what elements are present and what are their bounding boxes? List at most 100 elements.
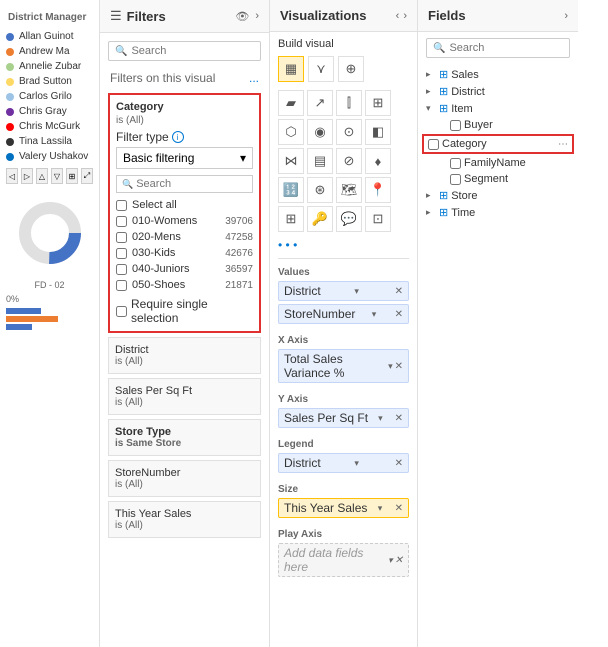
viz-icon-magnify[interactable]: ⊕ <box>338 56 364 82</box>
viz-grid-icon-13[interactable]: 🔢 <box>278 177 304 203</box>
dm-list-item[interactable]: Andrew Ma <box>0 44 99 59</box>
field-child-checkbox[interactable] <box>450 120 461 131</box>
viz-grid-icon-12[interactable]: ♦ <box>365 148 391 174</box>
tree-item[interactable]: ▸⊞District <box>418 83 578 100</box>
viz-grid-icon-3[interactable]: ⫿ <box>336 90 362 116</box>
filter-info-icon[interactable]: i <box>172 131 184 143</box>
category-field-row[interactable]: Category⋯ <box>424 136 572 152</box>
viz-grid-icon-11[interactable]: ⊘ <box>336 148 362 174</box>
pill-remove-icon[interactable]: ✕ <box>395 413 403 424</box>
filters-search-input[interactable] <box>131 45 254 57</box>
filter-item-checkbox[interactable] <box>116 248 127 259</box>
viz-chevron-left[interactable]: ‹ <box>396 10 400 22</box>
viz-grid-icon-5[interactable]: ⬡ <box>278 119 304 145</box>
chart-btn-1[interactable]: ◁ <box>6 168 18 184</box>
pill-remove-icon[interactable]: ✕ <box>395 361 403 372</box>
viz-field-section: Values District▾✕ StoreNumber▾✕ <box>270 263 417 331</box>
viz-grid-icon-4[interactable]: ⊞ <box>365 90 391 116</box>
select-all-checkbox[interactable] <box>116 200 127 211</box>
filters-chevron-icon[interactable]: › <box>255 10 259 22</box>
category-search-input[interactable] <box>136 178 247 190</box>
bar-mini-chart <box>0 306 99 334</box>
pill-remove-icon[interactable]: ✕ <box>395 555 403 566</box>
viz-field-pill[interactable]: District▾✕ <box>278 453 409 473</box>
tree-child-label: Segment <box>464 173 570 185</box>
tree-child-item[interactable]: Segment <box>418 171 578 187</box>
viz-grid-icon-8[interactable]: ◧ <box>365 119 391 145</box>
viz-grid-icon-17[interactable]: ⊞ <box>278 206 304 232</box>
viz-grid-icon-1[interactable]: ▰ <box>278 90 304 116</box>
field-checkbox[interactable] <box>428 139 439 150</box>
chart-btn-3[interactable]: △ <box>36 168 48 184</box>
viz-field-pill[interactable]: Add data fields here▾✕ <box>278 543 409 577</box>
dm-list-item[interactable]: Allan Guinot <box>0 29 99 44</box>
viz-icon-bar[interactable]: ▦ <box>278 56 304 82</box>
pill-remove-icon[interactable]: ✕ <box>395 309 403 320</box>
tree-item[interactable]: ▸⊞Store <box>418 187 578 204</box>
viz-grid-icon-6[interactable]: ◉ <box>307 119 333 145</box>
tree-item[interactable]: ▾⊞Item <box>418 100 578 117</box>
dm-list-item[interactable]: Chris McGurk <box>0 119 99 134</box>
filter-item-checkbox[interactable] <box>116 264 127 275</box>
tree-expand-icon: ▸ <box>426 207 436 218</box>
viz-grid-icon-14[interactable]: ⊛ <box>307 177 333 203</box>
viz-icon-funnel[interactable]: ⋎ <box>308 56 334 82</box>
viz-grid-icon-20[interactable]: ⊡ <box>365 206 391 232</box>
viz-field-label: Values <box>278 267 409 278</box>
dm-list-item[interactable]: Valery Ushakov <box>0 149 99 164</box>
filter-item[interactable]: 020-Mens47258 <box>116 229 253 245</box>
filters-eye-icon[interactable]: 👁 <box>235 10 249 23</box>
field-child-checkbox[interactable] <box>450 174 461 185</box>
dm-list-item[interactable]: Brad Sutton <box>0 74 99 89</box>
viz-grid-icon-19[interactable]: 💬 <box>336 206 362 232</box>
viz-grid-icon-10[interactable]: ▤ <box>307 148 333 174</box>
viz-grid-icon-2[interactable]: ↗ <box>307 90 333 116</box>
require-checkbox[interactable] <box>116 306 127 317</box>
filter-item-label: 040-Juniors <box>132 263 220 275</box>
filter-item[interactable]: 010-Womens39706 <box>116 213 253 229</box>
filter-item[interactable]: 030-Kids42676 <box>116 245 253 261</box>
pill-remove-icon[interactable]: ✕ <box>395 458 403 469</box>
viz-grid-icon-16[interactable]: 📍 <box>365 177 391 203</box>
category-filter-search[interactable]: 🔍 <box>116 175 253 193</box>
tree-item[interactable]: ▸⊞Sales <box>418 66 578 83</box>
viz-field-pill[interactable]: This Year Sales▾✕ <box>278 498 409 518</box>
fields-search-box[interactable]: 🔍 <box>426 38 570 58</box>
viz-grid-icon-15[interactable]: 🗺 <box>336 177 362 203</box>
filter-item-checkbox[interactable] <box>116 232 127 243</box>
pill-remove-icon[interactable]: ✕ <box>395 503 403 514</box>
dm-list-item[interactable]: Tina Lassila <box>0 134 99 149</box>
pill-remove-icon[interactable]: ✕ <box>395 286 403 297</box>
filter-item[interactable]: 040-Juniors36597 <box>116 261 253 277</box>
filter-item-checkbox[interactable] <box>116 216 127 227</box>
chart-btn-6[interactable]: ⤢ <box>81 168 93 184</box>
filter-item-checkbox[interactable] <box>116 280 127 291</box>
tree-item[interactable]: ▸⊞Time <box>418 204 578 221</box>
viz-field-pill[interactable]: Total Sales Variance %▾✕ <box>278 349 409 383</box>
tree-child-item[interactable]: Buyer <box>418 117 578 133</box>
viz-grid-icon-18[interactable]: 🔑 <box>307 206 333 232</box>
fields-chevron-right[interactable]: › <box>564 10 568 22</box>
chart-btn-4[interactable]: ▽ <box>51 168 63 184</box>
filter-item[interactable]: 050-Shoes21871 <box>116 277 253 293</box>
tree-child-item[interactable]: FamilyName <box>418 155 578 171</box>
dm-list-item[interactable]: Chris Gray <box>0 104 99 119</box>
fields-search-input[interactable] <box>449 42 563 54</box>
dm-list-item[interactable]: Carlos Grilo <box>0 89 99 104</box>
viz-grid-icon-7[interactable]: ⊙ <box>336 119 362 145</box>
more-button[interactable]: • • • <box>270 236 417 254</box>
viz-chevron-right[interactable]: › <box>403 10 407 22</box>
viz-field-pill[interactable]: StoreNumber▾✕ <box>278 304 409 324</box>
viz-grid-icon-9[interactable]: ⋈ <box>278 148 304 174</box>
filter-select-all[interactable]: Select all <box>116 197 253 213</box>
filter-type-dropdown[interactable]: Basic filtering ▾ <box>116 147 253 169</box>
field-child-checkbox[interactable] <box>450 158 461 169</box>
viz-field-pill[interactable]: District▾✕ <box>278 281 409 301</box>
filters-search-box[interactable]: 🔍 <box>108 41 261 61</box>
chart-btn-2[interactable]: ▷ <box>21 168 33 184</box>
filter-item-value: 47258 <box>225 232 253 243</box>
chart-btn-5[interactable]: ⊞ <box>66 168 78 184</box>
viz-field-pill[interactable]: Sales Per Sq Ft▾✕ <box>278 408 409 428</box>
field-row-icon[interactable]: ⋯ <box>558 139 568 150</box>
dm-list-item[interactable]: Annelie Zubar <box>0 59 99 74</box>
